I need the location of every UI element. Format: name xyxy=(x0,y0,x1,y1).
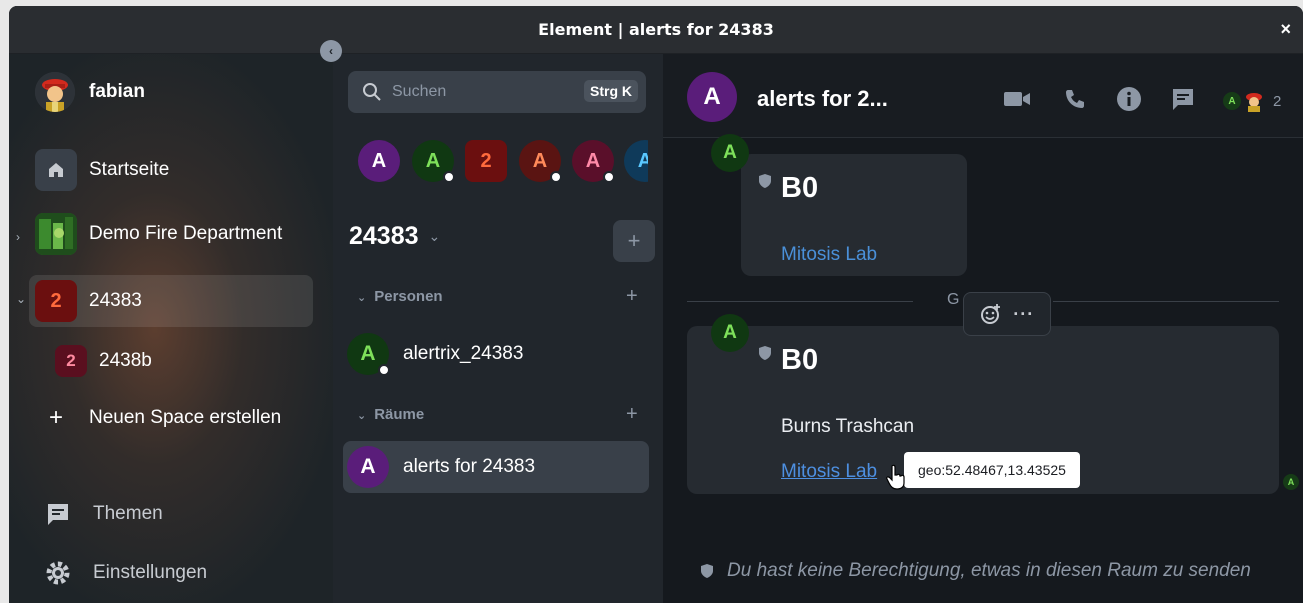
settings-label: Einstellungen xyxy=(93,562,208,583)
room-avatar: A xyxy=(347,446,389,488)
room-avatar: A xyxy=(347,333,390,376)
location-link[interactable]: Mitosis Lab xyxy=(781,244,877,266)
section-header-people[interactable]: ⌄ Personen xyxy=(357,288,443,305)
room-list-panel: Suchen Strg K A A 2 A A A 24383 ⌄ + ⌄ Pers… xyxy=(333,54,663,603)
title-bar: Element | alerts for 24383 × xyxy=(9,6,1303,54)
info-icon[interactable] xyxy=(1115,86,1143,112)
space-label: Demo Fire Department xyxy=(89,223,283,244)
app-window: Element | alerts for 24383 × fabian Star… xyxy=(9,6,1303,603)
threads-button[interactable]: Themen xyxy=(45,501,163,527)
user-avatar[interactable] xyxy=(35,72,75,112)
add-reaction-icon[interactable] xyxy=(980,303,1002,325)
space-panel: fabian Startseite › Demo Fire Department… xyxy=(9,54,333,603)
presence-dot xyxy=(603,171,615,183)
phone-icon[interactable] xyxy=(1061,86,1089,112)
space-badge: 2 xyxy=(55,345,87,377)
more-options-icon[interactable]: ··· xyxy=(1013,304,1034,325)
recent-room-bubble[interactable]: A xyxy=(572,140,615,183)
threads-label: Themen xyxy=(93,503,163,524)
shield-icon xyxy=(759,174,771,188)
sender-avatar[interactable]: A xyxy=(711,134,749,172)
chevron-down-icon: ⌄ xyxy=(357,292,367,304)
add-room-button[interactable]: + xyxy=(626,403,638,426)
add-person-button[interactable]: + xyxy=(626,285,638,308)
recent-room-bubble[interactable]: A xyxy=(519,140,562,183)
room-list-item-active[interactable]: A alerts for 24383 xyxy=(343,441,649,493)
space-item-2438b[interactable]: 2 2438b xyxy=(49,335,313,387)
shield-icon xyxy=(759,346,771,360)
space-label: 2438b xyxy=(99,350,152,371)
hand-cursor-icon xyxy=(886,464,905,490)
notice-text: Du hast keine Berechtigung, etwas in die… xyxy=(727,560,1251,581)
search-input[interactable]: Suchen Strg K xyxy=(348,71,646,113)
recent-room-bubble[interactable]: 2 xyxy=(465,140,507,182)
search-placeholder: Suchen xyxy=(392,83,447,100)
presence-dot xyxy=(550,171,562,183)
plus-icon: + xyxy=(48,404,63,431)
timeline: A alerts for 2... A 2 A B0 Mitosis Lab G… xyxy=(663,54,1303,603)
space-label: 24383 xyxy=(89,290,142,311)
home-icon xyxy=(35,149,77,191)
sender-avatar[interactable]: A xyxy=(711,314,749,352)
close-icon[interactable]: × xyxy=(1280,20,1291,38)
presence-dot xyxy=(443,171,455,183)
space-label: Startseite xyxy=(89,159,170,180)
divider-line xyxy=(687,301,913,302)
settings-button[interactable]: Einstellungen xyxy=(45,560,207,586)
section-header-rooms[interactable]: ⌄ Räume xyxy=(357,406,424,423)
user-name: fabian xyxy=(89,81,145,102)
add-button[interactable]: + xyxy=(613,220,655,262)
member-avatar: A xyxy=(1223,92,1241,110)
collapse-panel-button[interactable]: ‹ xyxy=(320,40,342,62)
chevron-down-icon[interactable]: ⌄ xyxy=(16,292,26,306)
space-title[interactable]: 24383 ⌄ xyxy=(349,222,440,251)
member-count: 2 xyxy=(1273,92,1282,110)
space-item-24383[interactable]: 2 24383 xyxy=(29,275,313,327)
room-header-title[interactable]: alerts for 2... xyxy=(757,86,888,112)
room-name: alertrix_24383 xyxy=(403,343,524,364)
threads-icon[interactable] xyxy=(1169,86,1197,112)
chevron-right-icon[interactable]: › xyxy=(16,230,20,244)
chevron-down-icon: ⌄ xyxy=(428,228,441,244)
room-header: A alerts for 2... A 2 xyxy=(663,54,1303,138)
presence-dot xyxy=(378,364,390,376)
gear-icon xyxy=(46,561,70,585)
search-icon xyxy=(363,83,381,101)
create-space-button[interactable]: + Neuen Space erstellen xyxy=(29,392,313,444)
room-name: alerts for 24383 xyxy=(403,456,536,477)
message-action-bar: ··· xyxy=(963,292,1051,336)
recent-room-bubble[interactable]: A xyxy=(624,140,648,182)
firefighter-avatar-icon xyxy=(35,72,75,112)
room-header-avatar[interactable]: A xyxy=(687,72,737,122)
message-title: B0 xyxy=(781,172,819,204)
space-item-home[interactable]: Startseite xyxy=(29,144,313,196)
location-link[interactable]: Mitosis Lab xyxy=(781,461,877,483)
no-permission-notice: Du hast keine Berechtigung, etwas in die… xyxy=(701,560,1251,582)
link-tooltip: geo:52.48467,13.43525 xyxy=(904,452,1080,488)
user-menu[interactable]: fabian xyxy=(35,72,145,112)
date-separator: G xyxy=(947,291,960,308)
window-title: Element | alerts for 24383 xyxy=(538,20,774,39)
space-badge: 2 xyxy=(35,280,77,322)
threads-icon xyxy=(48,504,68,525)
recent-room-bubble[interactable]: A xyxy=(358,140,400,182)
recent-room-bubble[interactable]: A xyxy=(412,140,455,183)
recent-rooms-bar: A A 2 A A A xyxy=(348,140,648,184)
message-body: Burns Trashcan xyxy=(781,416,915,437)
keyboard-shortcut: Strg K xyxy=(584,80,638,102)
video-call-icon[interactable] xyxy=(1003,86,1031,112)
member-list-button[interactable]: A 2 xyxy=(1223,90,1281,112)
firefighter-avatar-icon xyxy=(1246,93,1262,112)
chevron-down-icon: ⌄ xyxy=(357,410,367,422)
shield-icon xyxy=(701,564,713,578)
create-space-label: Neuen Space erstellen xyxy=(89,407,282,428)
message-title: B0 xyxy=(781,344,819,376)
space-avatar-image xyxy=(35,213,77,255)
space-item-demo-fire-department[interactable]: Demo Fire Department xyxy=(29,208,313,260)
read-receipt-avatar[interactable]: A xyxy=(1283,474,1299,490)
divider-line xyxy=(1053,301,1279,302)
room-list-item[interactable]: A alertrix_24383 xyxy=(343,328,649,380)
